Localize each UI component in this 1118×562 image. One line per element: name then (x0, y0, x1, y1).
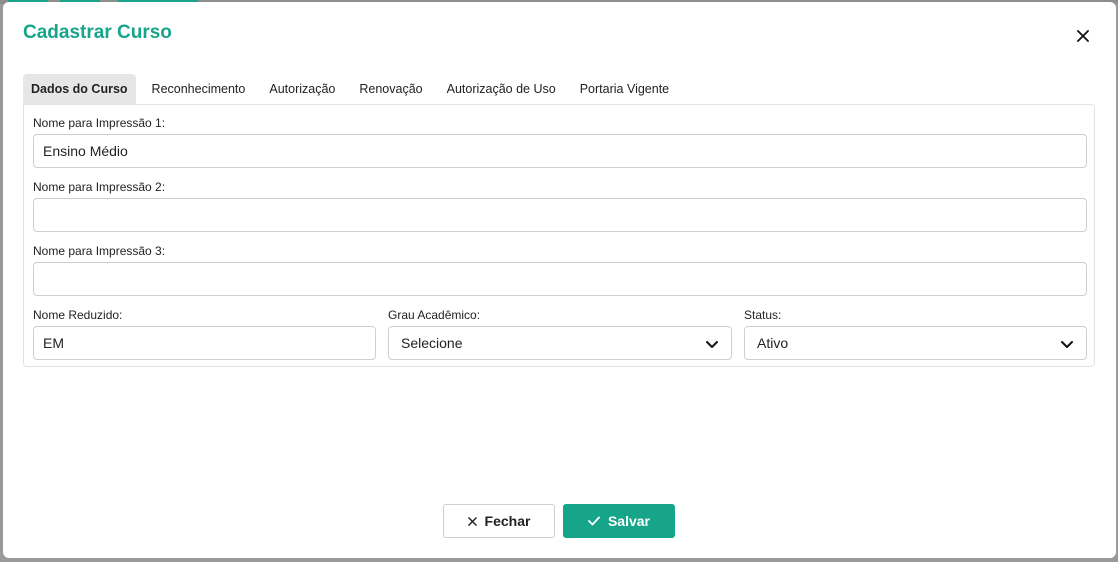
nome-impressao-1-label: Nome para Impressão 1: (33, 116, 166, 130)
nome-impressao-3-input[interactable] (33, 262, 1087, 296)
nome-impressao-3-label: Nome para Impressão 3: (33, 244, 166, 258)
nome-impressao-1-input[interactable] (33, 134, 1087, 168)
check-icon (588, 516, 600, 526)
nome-reduzido-label: Nome Reduzido: (33, 308, 123, 322)
tab-autorizacao[interactable]: Autorização (261, 74, 343, 104)
nome-impressao-2-label: Nome para Impressão 2: (33, 180, 166, 194)
tab-dados-do-curso[interactable]: Dados do Curso (23, 74, 136, 104)
grau-academico-select[interactable]: Selecione (388, 326, 732, 360)
close-modal-button[interactable] (1073, 26, 1093, 46)
chevron-down-icon (1061, 341, 1073, 348)
status-select[interactable]: Ativo (744, 326, 1087, 360)
tab-reconhecimento[interactable]: Reconhecimento (144, 74, 254, 104)
close-icon (467, 516, 477, 526)
nome-impressao-2-input[interactable] (33, 198, 1087, 232)
modal-footer: Fechar Salvar (443, 504, 675, 538)
modal-title: Cadastrar Curso (23, 22, 172, 43)
close-icon (1077, 30, 1089, 42)
tab-portaria-vigente[interactable]: Portaria Vigente (572, 74, 677, 104)
tab-renovacao[interactable]: Renovação (351, 74, 430, 104)
salvar-button[interactable]: Salvar (563, 504, 675, 538)
grau-academico-value: Selecione (401, 335, 463, 351)
chevron-down-icon (706, 341, 718, 348)
grau-academico-label: Grau Acadêmico: (388, 308, 481, 322)
fechar-button[interactable]: Fechar (443, 504, 555, 538)
status-value: Ativo (757, 335, 789, 351)
fechar-button-label: Fechar (484, 513, 531, 529)
tab-bar: Dados do Curso Reconhecimento Autorizaçã… (23, 74, 685, 104)
status-label: Status: (744, 308, 782, 322)
nome-reduzido-input[interactable] (33, 326, 376, 360)
tab-autorizacao-de-uso[interactable]: Autorização de Uso (439, 74, 564, 104)
tab-panel-dados-do-curso: Nome para Impressão 1: Nome para Impress… (23, 104, 1095, 367)
salvar-button-label: Salvar (607, 513, 651, 529)
cadastrar-curso-modal: Cadastrar Curso Dados do Curso Reconheci… (3, 2, 1116, 558)
